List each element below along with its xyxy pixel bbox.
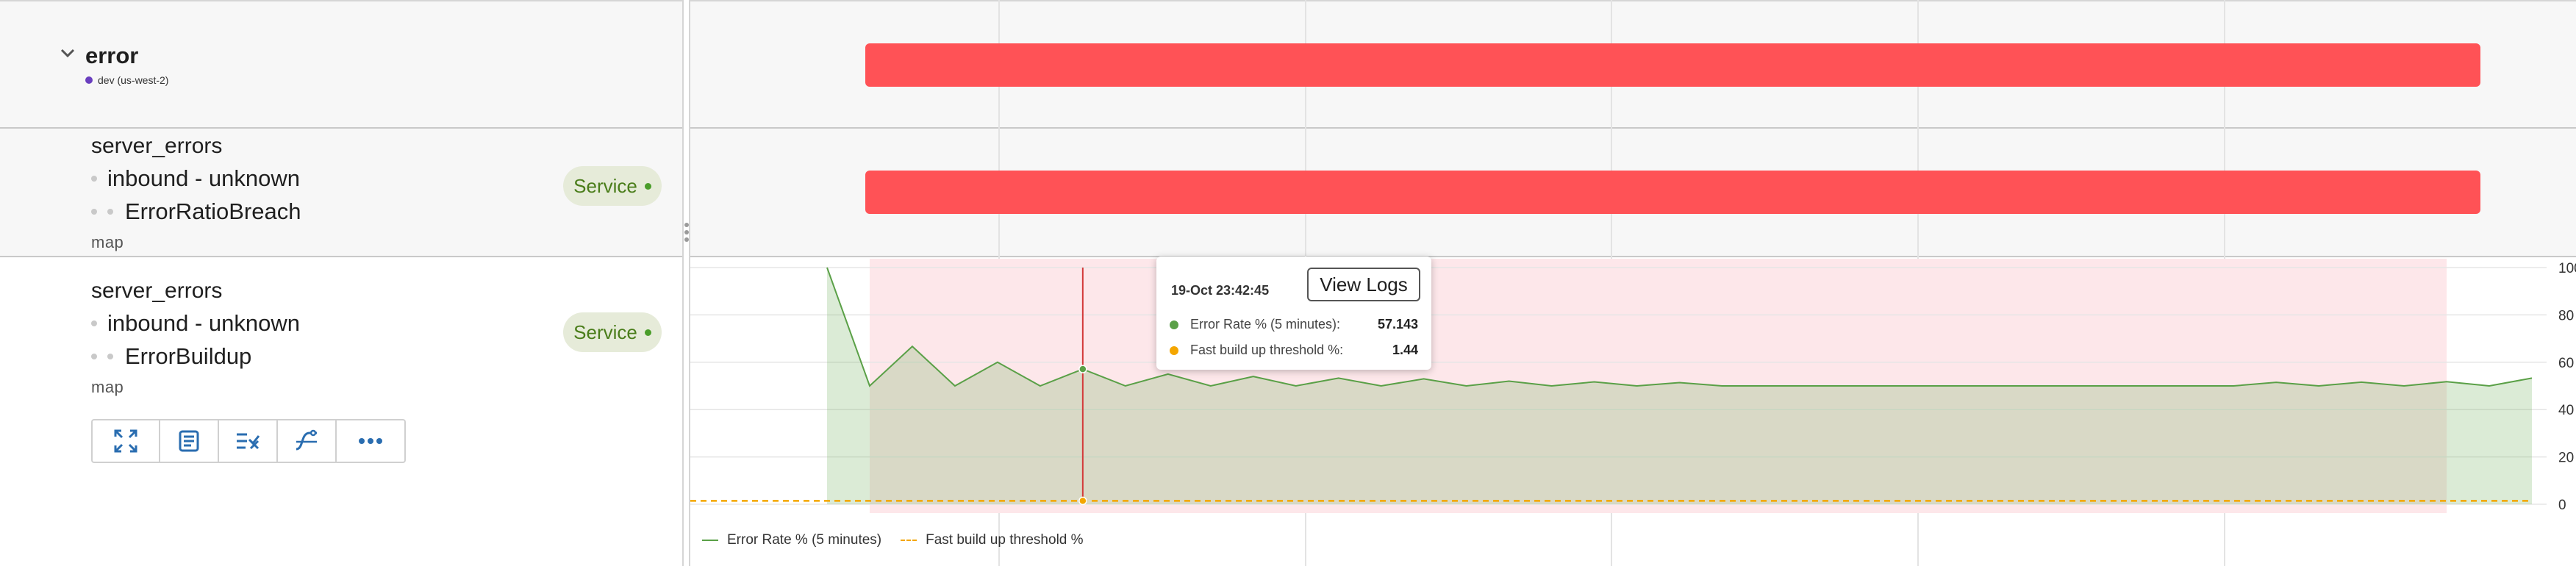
bullet-icon (91, 176, 97, 182)
service-badge[interactable]: Service (563, 166, 662, 206)
trace-button[interactable] (278, 420, 337, 462)
tooltip-row-error-rate: Error Rate % (5 minutes): 57.143 (1170, 317, 1418, 332)
more-button[interactable] (337, 420, 404, 462)
alert-kind: map (91, 233, 124, 251)
legend-swatch-threshold (901, 540, 917, 541)
bullet-icon (107, 209, 113, 215)
tooltip-row-threshold: Fast build up threshold %: 1.44 (1170, 343, 1418, 358)
alert-name: server_errors (91, 134, 223, 158)
hover-point-threshold (1078, 496, 1087, 506)
tooltip-label: Fast build up threshold %: (1190, 343, 1344, 357)
drag-handle-icon[interactable] (683, 221, 690, 250)
y-tick-label: 80 (2558, 308, 2574, 323)
alert-action-toolbar (91, 419, 406, 463)
expand-icon (114, 429, 137, 453)
legend-swatch-error-rate (702, 540, 718, 541)
bullet-icon (91, 320, 97, 326)
trace-icon (296, 429, 317, 451)
chart-tooltip: 19-Oct 23:42:45 View Logs Error Rate % (… (1156, 257, 1431, 370)
series-dot-icon (1170, 345, 1178, 355)
tooltip-value: 1.44 (1392, 343, 1418, 357)
alert-rule: ErrorRatioBreach (91, 198, 301, 225)
bullet-icon (91, 354, 97, 359)
bullet-icon (91, 209, 97, 215)
alert-rules-icon (237, 433, 260, 450)
alert-rule: ErrorBuildup (91, 343, 251, 370)
hover-point-error-rate (1078, 365, 1087, 373)
status-dot-icon (644, 329, 651, 336)
tooltip-label: Error Rate % (5 minutes): (1190, 317, 1341, 332)
bullet-icon (107, 354, 113, 359)
view-logs-button[interactable]: View Logs (1307, 268, 1420, 301)
logs-icon (179, 430, 199, 452)
alert-kind: map (91, 378, 124, 396)
alert-rules-button[interactable] (219, 420, 278, 462)
service-badge[interactable]: Service (563, 312, 662, 352)
series-dot-icon (1170, 320, 1178, 329)
alert-target: inbound - unknown (91, 165, 300, 192)
panel-splitter[interactable] (682, 0, 690, 566)
service-badge-text: Service (573, 174, 637, 197)
alert-target-text: inbound - unknown (107, 310, 300, 336)
environment-label: dev (us-west-2) (85, 74, 168, 86)
tooltip-value: 57.143 (1377, 317, 1418, 332)
y-tick-label: 60 (2558, 356, 2574, 371)
error-buildup-chart: 100 80 60 40 20 0 (690, 259, 2576, 513)
alert-rule-text: ErrorBuildup (125, 343, 252, 369)
environment-dot-icon (85, 76, 93, 84)
y-tick-label: 0 (2558, 498, 2566, 513)
alert-name: server_errors (91, 279, 223, 303)
service-badge-text: Service (573, 320, 637, 343)
alert-row-error-buildup[interactable] (0, 257, 682, 566)
incident-bar-group[interactable] (865, 43, 2480, 87)
tooltip-time: 19-Oct 23:42:45 (1171, 283, 1270, 298)
more-icon (359, 438, 382, 444)
chevron-down-icon[interactable] (59, 44, 76, 62)
environment-text: dev (us-west-2) (98, 74, 169, 86)
chart-legend: Error Rate % (5 minutes) Fast build up t… (702, 532, 1084, 548)
expand-button[interactable] (93, 420, 160, 462)
legend-item-error-rate[interactable]: Error Rate % (5 minutes) (727, 532, 881, 548)
alert-target: inbound - unknown (91, 310, 300, 337)
legend-item-threshold[interactable]: Fast build up threshold % (926, 532, 1083, 548)
incident-bar-ratio-breach[interactable] (865, 171, 2480, 214)
group-title: error (85, 43, 139, 68)
y-tick-label: 100 (2558, 261, 2576, 276)
view-logs-button[interactable] (160, 420, 219, 462)
status-dot-icon (644, 182, 651, 190)
timeline-chart[interactable]: 100 80 60 40 20 0 (690, 0, 2576, 566)
y-tick-label: 40 (2558, 403, 2574, 418)
alert-rule-text: ErrorRatioBreach (125, 198, 301, 224)
alert-target-text: inbound - unknown (107, 165, 300, 191)
y-tick-label: 20 (2558, 451, 2574, 466)
